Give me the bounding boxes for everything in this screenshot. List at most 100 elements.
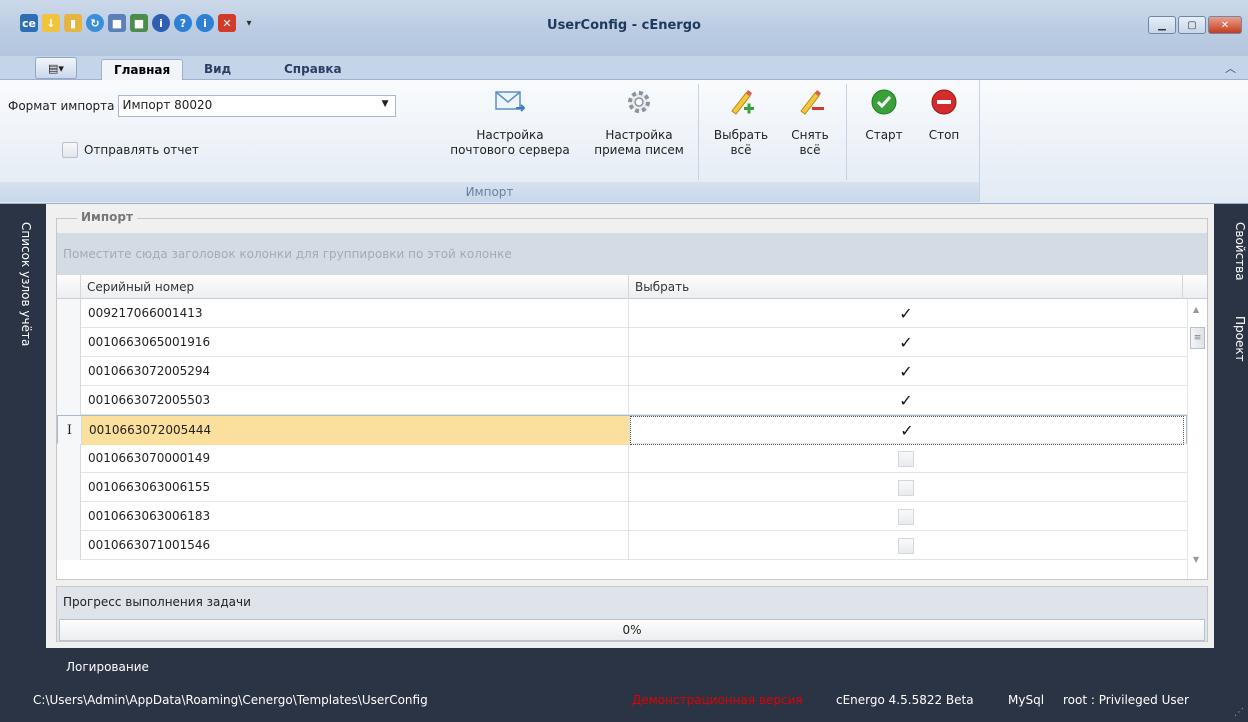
send-report-row[interactable]: Отправлять отчет bbox=[62, 142, 199, 158]
row-indicator[interactable] bbox=[57, 328, 81, 357]
serial-cell[interactable]: 0010663065001916 bbox=[81, 328, 629, 357]
gear-icon bbox=[623, 86, 655, 118]
tab-main[interactable]: Главная bbox=[101, 59, 184, 80]
progress-label: Прогресс выполнения задачи bbox=[63, 595, 251, 609]
ribbon: Формат импорта Импорт 80020 ▼ Отправлять… bbox=[0, 80, 1248, 204]
receive-settings-button[interactable]: Настройка приема писем bbox=[588, 86, 690, 158]
stop-circle-icon bbox=[928, 86, 960, 118]
status-user: root : Privileged User bbox=[1063, 693, 1189, 707]
format-select[interactable]: Импорт 80020 ▼ bbox=[117, 95, 396, 117]
select-all-button[interactable]: Выбрать всё bbox=[708, 86, 774, 158]
row-indicator[interactable] bbox=[57, 502, 81, 531]
pencil-remove-icon bbox=[794, 86, 826, 118]
row-indicator[interactable] bbox=[57, 473, 81, 502]
resize-grip-icon[interactable]: ⋰ bbox=[1234, 707, 1244, 718]
receive-label-1: Настройка bbox=[605, 128, 673, 142]
checkmark-icon[interactable]: ✓ bbox=[898, 334, 914, 351]
table-row[interactable]: 0010663063006183 bbox=[57, 502, 1187, 531]
scroll-up-icon[interactable]: ▲ bbox=[1193, 305, 1199, 314]
serial-cell[interactable]: 0010663072005444 bbox=[82, 416, 630, 445]
app-window: ce ↓ ▮ ↻ ■ ■ i ? i ✕ ▾ UserConfig - cEne… bbox=[0, 0, 1248, 722]
serial-cell[interactable]: 009217066001413 bbox=[81, 299, 629, 328]
meters-grid: Серийный номер Выбрать 009217066001413 ✓ 0… bbox=[57, 275, 1207, 579]
checkmark-icon[interactable]: ✓ bbox=[898, 305, 914, 322]
table-row[interactable]: 009217066001413 ✓ bbox=[57, 299, 1187, 328]
serial-cell[interactable]: 0010663071001546 bbox=[81, 531, 629, 560]
start-button[interactable]: Старт bbox=[856, 86, 912, 143]
checkmark-icon[interactable]: ✓ bbox=[899, 422, 915, 439]
tab-properties[interactable]: Свойства bbox=[1233, 222, 1247, 281]
tab-help[interactable]: Справка bbox=[272, 59, 354, 80]
collapse-ribbon-icon[interactable]: ︿ bbox=[1225, 60, 1236, 76]
table-row[interactable]: I 0010663072005444 ✓ bbox=[57, 415, 1187, 445]
select-cell[interactable]: ✓ bbox=[629, 328, 1183, 357]
checkmark-icon[interactable]: ✓ bbox=[898, 392, 914, 409]
format-row: Формат импорта Импорт 80020 ▼ bbox=[8, 95, 396, 117]
row-indicator[interactable] bbox=[57, 299, 81, 328]
chevron-down-icon: ▼ bbox=[381, 99, 389, 109]
row-checkbox[interactable] bbox=[898, 508, 914, 525]
row-checkbox[interactable] bbox=[898, 450, 914, 467]
table-row[interactable]: 0010663065001916 ✓ bbox=[57, 328, 1187, 357]
group-by-area[interactable]: Поместите сюда заголовок колонки для гру… bbox=[57, 233, 1207, 275]
row-indicator[interactable] bbox=[57, 531, 81, 560]
ribbon-tabs: ▤▾ Главная Вид Справка ︿ bbox=[0, 56, 1248, 80]
scroll-down-icon[interactable]: ▼ bbox=[1193, 555, 1199, 564]
select-cell[interactable] bbox=[629, 531, 1183, 560]
column-header-serial[interactable]: Серийный номер bbox=[81, 275, 629, 299]
row-indicator[interactable] bbox=[57, 357, 81, 386]
grid-scrollbar[interactable]: ▲ ≡ ▼ bbox=[1187, 299, 1207, 579]
import-panel: Импорт Поместите сюда заголовок колонки … bbox=[46, 204, 1214, 648]
row-checkbox[interactable] bbox=[898, 537, 914, 554]
tab-project[interactable]: Проект bbox=[1233, 316, 1247, 362]
maximize-button[interactable]: ▢ bbox=[1178, 16, 1206, 34]
format-value: Импорт 80020 bbox=[122, 98, 213, 112]
serial-cell[interactable]: 0010663072005503 bbox=[81, 386, 629, 415]
select-cell[interactable]: ✓ bbox=[629, 299, 1183, 328]
row-indicator[interactable] bbox=[57, 444, 81, 473]
row-indicator[interactable]: I bbox=[58, 416, 82, 445]
row-indicator[interactable] bbox=[57, 386, 81, 415]
select-cell[interactable]: ✓ bbox=[630, 416, 1184, 445]
receive-label-2: приема писем bbox=[594, 143, 684, 157]
close-button[interactable]: ✕ bbox=[1208, 16, 1242, 34]
column-header-select[interactable]: Выбрать bbox=[629, 275, 1183, 299]
right-dock-panel: Свойства Проект bbox=[1214, 204, 1248, 648]
deselect-all-button[interactable]: Снять всё bbox=[780, 86, 840, 158]
import-group: Формат импорта Импорт 80020 ▼ Отправлять… bbox=[0, 80, 980, 202]
ribbon-separator bbox=[698, 84, 699, 180]
select-all-label-2: всё bbox=[730, 143, 752, 157]
select-cell[interactable]: ✓ bbox=[629, 386, 1183, 415]
pencil-add-icon bbox=[725, 86, 757, 118]
table-row[interactable]: 0010663071001546 bbox=[57, 531, 1187, 560]
minimize-button[interactable]: ▁ bbox=[1148, 16, 1176, 34]
mail-server-label-1: Настройка bbox=[476, 128, 544, 142]
serial-cell[interactable]: 0010663063006155 bbox=[81, 473, 629, 502]
select-cell[interactable] bbox=[629, 473, 1183, 502]
serial-cell[interactable]: 0010663063006183 bbox=[81, 502, 629, 531]
select-cell[interactable] bbox=[629, 444, 1183, 473]
menu-icon: ▤▾ bbox=[48, 61, 64, 75]
send-report-checkbox[interactable] bbox=[62, 142, 78, 158]
app-menu-button[interactable]: ▤▾ bbox=[35, 57, 77, 79]
status-area: Логирование C:\Users\Admin\AppData\Roami… bbox=[0, 648, 1248, 722]
table-row[interactable]: 0010663072005503 ✓ bbox=[57, 386, 1187, 415]
tab-view[interactable]: Вид bbox=[192, 59, 243, 80]
row-checkbox[interactable] bbox=[898, 479, 914, 496]
serial-cell[interactable]: 0010663072005294 bbox=[81, 357, 629, 386]
select-cell[interactable] bbox=[629, 502, 1183, 531]
table-row[interactable]: 0010663072005294 ✓ bbox=[57, 357, 1187, 386]
nodes-list-tab[interactable]: Список узлов учёта bbox=[19, 222, 33, 346]
table-row[interactable]: 0010663070000149 bbox=[57, 444, 1187, 473]
window-title: UserConfig - cEnergo bbox=[547, 18, 701, 33]
table-row[interactable]: 0010663063006155 bbox=[57, 473, 1187, 502]
checkmark-icon[interactable]: ✓ bbox=[898, 363, 914, 380]
logging-tab[interactable]: Логирование bbox=[66, 660, 149, 674]
mail-server-button[interactable]: Настройка почтового сервера bbox=[440, 86, 580, 158]
serial-cell[interactable]: 0010663070000149 bbox=[81, 444, 629, 473]
select-cell[interactable]: ✓ bbox=[629, 357, 1183, 386]
scroll-thumb[interactable]: ≡ bbox=[1190, 327, 1205, 349]
stop-button[interactable]: Стоп bbox=[916, 86, 972, 143]
deselect-all-label-1: Снять bbox=[791, 128, 829, 142]
ribbon-separator-2 bbox=[846, 84, 847, 180]
